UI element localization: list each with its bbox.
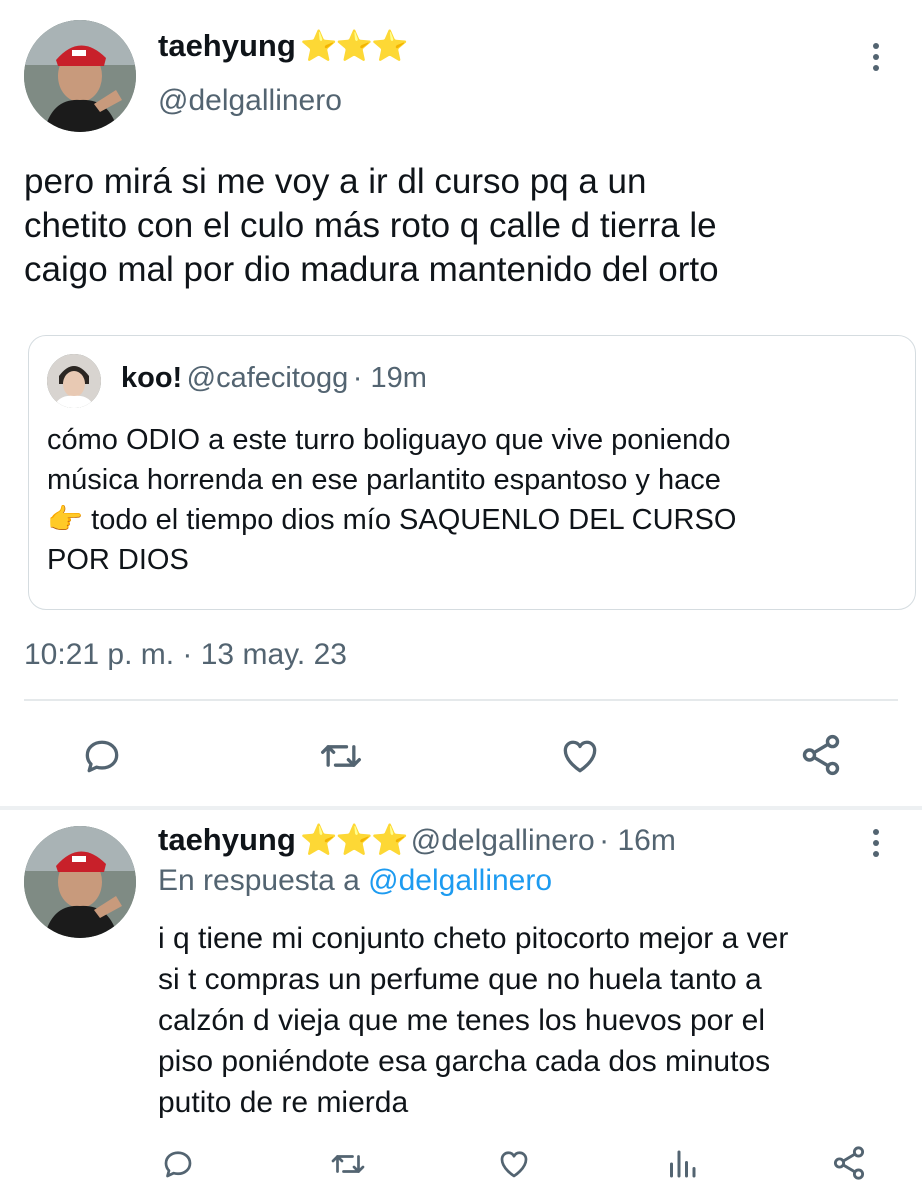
analytics-icon[interactable] — [664, 1146, 700, 1182]
quoted-tweet-card[interactable]: koo! @cafecitogg · 19m cómo ODIO a este … — [28, 335, 916, 610]
reply-to-link[interactable]: @delgallinero — [368, 864, 552, 897]
quoted-text-line: música horrenda en ese parlantito espant… — [47, 464, 721, 496]
tweet-text-line: chetito con el culo más roto q calle d t… — [24, 206, 717, 245]
pointing-hand-emoji: 👉 — [47, 504, 84, 536]
tweet-text-line: caigo mal por dio madura mantenido del o… — [24, 250, 719, 289]
divider — [24, 699, 898, 701]
tweet-text-line: pero mirá si me voy a ir dl curso pq a u… — [24, 162, 647, 201]
quoted-text-line: POR DIOS — [47, 544, 189, 576]
quoted-author-handle: @cafecitogg — [186, 362, 349, 394]
tweet-text: pero mirá si me voy a ir dl curso pq a u… — [24, 160, 904, 292]
stars-emoji: ⭐⭐⭐ — [300, 30, 408, 63]
reply-text-line: piso poniéndote esa garcha cada dos minu… — [158, 1045, 771, 1078]
heart-icon[interactable] — [557, 734, 603, 778]
retweet-icon[interactable] — [328, 1146, 368, 1182]
author-handle[interactable]: @delgallinero — [158, 84, 342, 118]
stars-emoji: ⭐⭐⭐ — [300, 824, 408, 857]
author-avatar[interactable] — [24, 20, 136, 132]
reply-author-name[interactable]: taehyung — [158, 822, 296, 857]
section-divider — [0, 806, 922, 810]
reply-text-line: si t compras un perfume que no huela tan… — [158, 963, 762, 996]
tweet-timestamp[interactable]: 10:21 p. m. · 13 may. 23 — [24, 638, 347, 672]
heart-icon[interactable] — [496, 1146, 532, 1182]
quoted-text: cómo ODIO a este turro boliguayo que viv… — [47, 420, 897, 580]
reply-time: · 16m — [599, 824, 676, 857]
share-icon[interactable] — [830, 1144, 868, 1182]
reply-author-avatar[interactable] — [24, 826, 136, 938]
quoted-text-line: cómo ODIO a este turro boliguayo que viv… — [47, 424, 731, 456]
reply-text-line: calzón d vieja que me tenes los huevos p… — [158, 1004, 766, 1037]
reply-text-line: putito de re mierda — [158, 1086, 409, 1119]
reply-context-label: En respuesta a — [158, 864, 360, 897]
reply-icon[interactable] — [80, 734, 124, 778]
reply-icon[interactable] — [160, 1146, 196, 1182]
quoted-text-fragment: todo el tiempo dios mío SAQUENLO DEL CUR… — [83, 504, 737, 536]
author-name[interactable]: taehyung — [158, 28, 296, 63]
more-vertical-icon[interactable] — [866, 43, 886, 76]
quoted-text-line: 👉 todo el tiempo dios mío SAQUENLO DEL C… — [47, 500, 897, 540]
retweet-icon[interactable] — [317, 734, 365, 778]
quoted-author-avatar — [47, 354, 101, 408]
reply-text-line: i q tiene mi conjunto cheto pitocorto me… — [158, 922, 789, 955]
share-icon[interactable] — [798, 732, 844, 778]
reply-text: i q tiene mi conjunto cheto pitocorto me… — [158, 918, 898, 1123]
more-vertical-icon[interactable] — [866, 829, 886, 862]
quoted-time: · 19m — [352, 362, 427, 394]
reply-author-handle[interactable]: @delgallinero — [411, 824, 595, 857]
quoted-author-name: koo! — [121, 362, 183, 394]
